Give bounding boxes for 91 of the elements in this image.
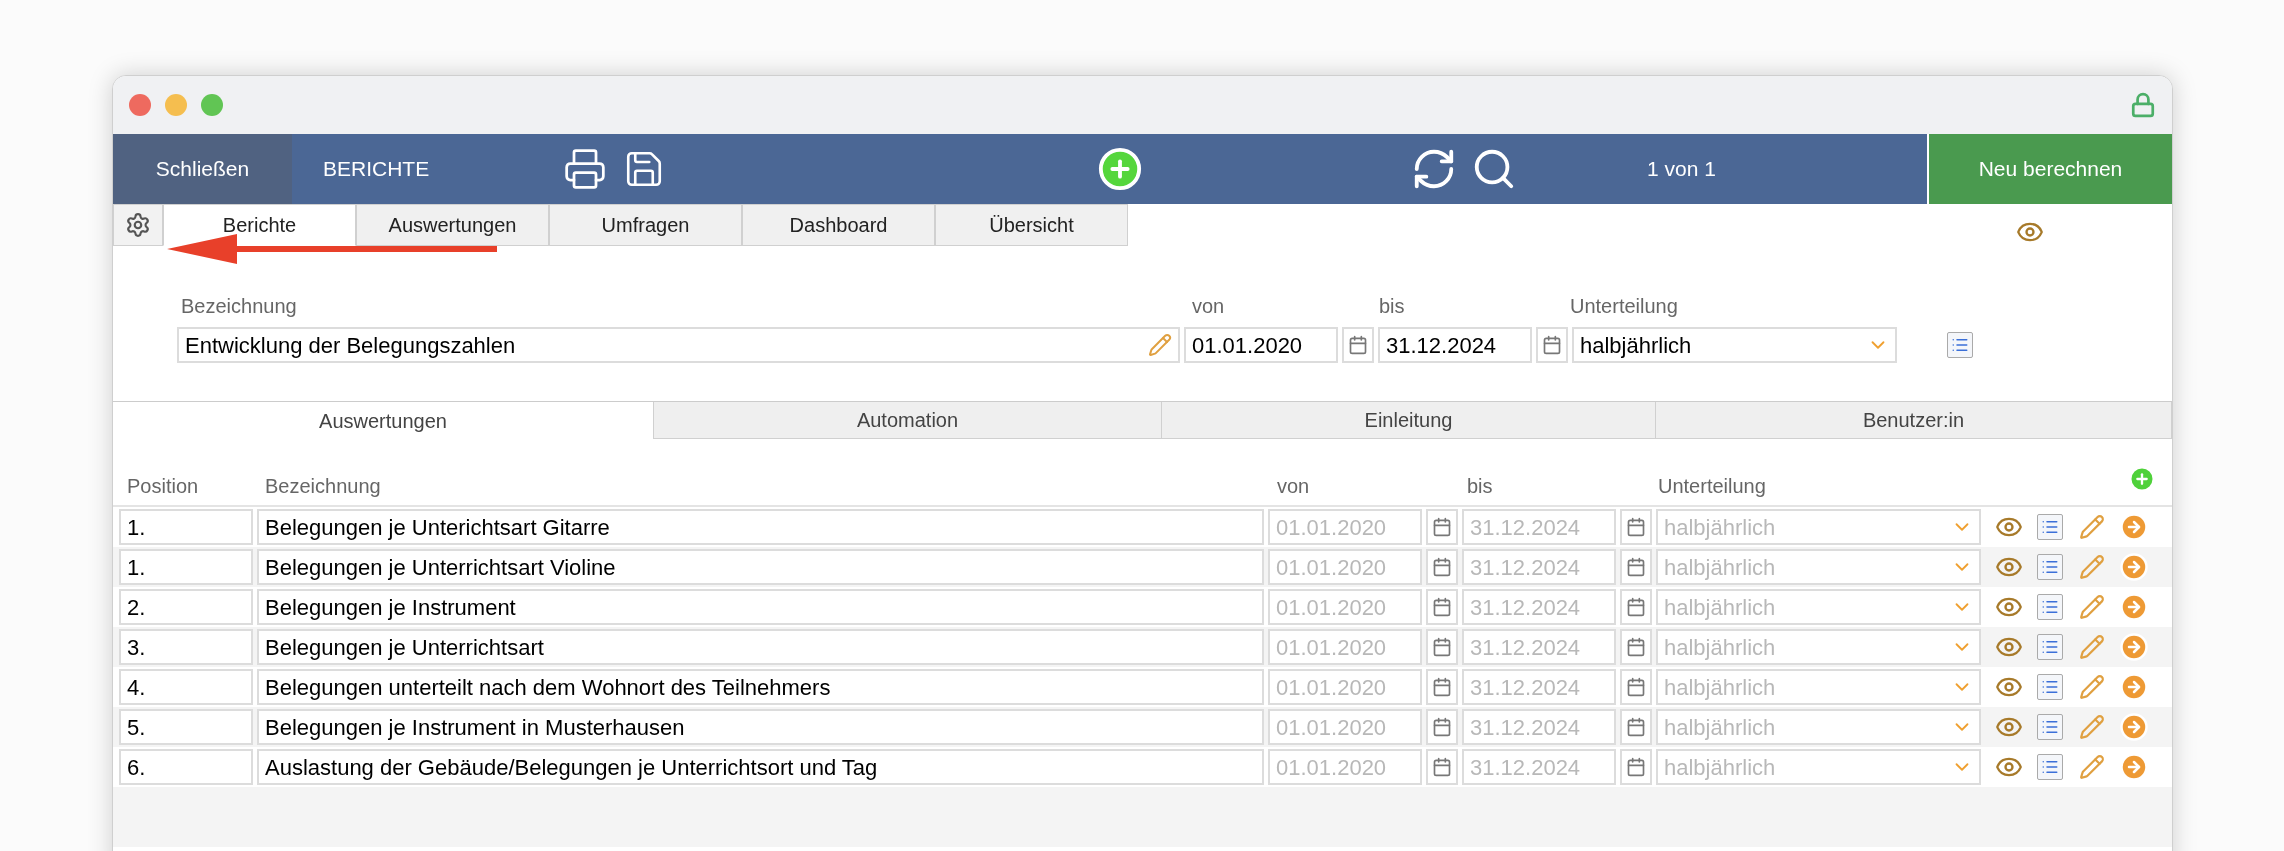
sub-tab[interactable]: Auswertungen [113, 402, 654, 439]
lock-icon [2130, 92, 2156, 118]
pencil-icon[interactable] [2079, 594, 2105, 620]
calendar-icon [1626, 597, 1646, 617]
arrow-right-icon[interactable] [2119, 552, 2149, 582]
settings-icon [125, 212, 151, 238]
list-icon [2041, 638, 2059, 656]
calendar-button[interactable] [1620, 589, 1652, 625]
calendar-icon [1626, 637, 1646, 657]
calendar-icon [1348, 335, 1368, 355]
main-tab[interactable]: Berichte [163, 204, 356, 246]
list-icon [2041, 678, 2059, 696]
calendar-button[interactable] [1426, 589, 1458, 625]
main-tab[interactable]: Dashboard [742, 204, 935, 246]
arrow-right-icon[interactable] [2119, 512, 2149, 542]
column-header: bis [1467, 474, 1494, 499]
pencil-icon[interactable] [2079, 514, 2105, 540]
interval-dropdown[interactable]: halbjährlich [1572, 327, 1897, 363]
arrow-right-icon[interactable] [2119, 632, 2149, 662]
sub-tab[interactable]: Automation [654, 402, 1162, 439]
calendar-icon [1432, 677, 1452, 697]
calendar-icon [1542, 335, 1562, 355]
list-icon [2041, 598, 2059, 616]
calendar-icon [1432, 597, 1452, 617]
pencil-icon[interactable] [2079, 754, 2105, 780]
list-button[interactable] [2037, 754, 2063, 780]
calendar-button[interactable] [1620, 669, 1652, 705]
main-tab[interactable]: Auswertungen [356, 204, 549, 246]
calendar-button[interactable] [1620, 509, 1652, 545]
list-button[interactable] [2037, 514, 2063, 540]
calendar-icon [1626, 717, 1646, 737]
settings-button[interactable] [113, 204, 163, 246]
list-button[interactable] [2037, 634, 2063, 660]
calendar-icon [1626, 677, 1646, 697]
print-icon[interactable] [563, 147, 607, 191]
calendar-icon [1626, 517, 1646, 537]
list-button[interactable] [2037, 554, 2063, 580]
date-field[interactable]: 01.01.2020 [1184, 327, 1338, 363]
calendar-icon [1432, 717, 1452, 737]
record-counter: 1 von 1 [1647, 156, 1717, 183]
calendar-icon [1626, 557, 1646, 577]
calendar-icon [1432, 557, 1452, 577]
calendar-button[interactable] [1426, 629, 1458, 665]
calendar-icon [1432, 757, 1452, 777]
sub-tab[interactable]: Benutzer:in [1656, 402, 2172, 439]
calendar-button[interactable] [1426, 669, 1458, 705]
list-icon [1951, 336, 1969, 354]
main-tab[interactable]: Umfragen [549, 204, 742, 246]
close-button[interactable]: Schließen [113, 134, 292, 204]
calendar-button[interactable] [1426, 709, 1458, 745]
arrow-right-icon[interactable] [2119, 712, 2149, 742]
calendar-button[interactable] [1426, 549, 1458, 585]
sub-tab[interactable]: Einleitung [1162, 402, 1656, 439]
calendar-button[interactable] [1620, 549, 1652, 585]
arrow-right-icon[interactable] [2119, 752, 2149, 782]
calendar-button[interactable] [1426, 509, 1458, 545]
name-field[interactable]: Entwicklung der Belegungszahlen [177, 327, 1180, 363]
column-header: von [1277, 474, 1311, 499]
field-label: von [1191, 294, 1226, 319]
calendar-button[interactable] [1342, 327, 1374, 363]
toolbar-title: BERICHTE [323, 156, 431, 183]
calendar-button[interactable] [1536, 327, 1568, 363]
add-icon[interactable] [1097, 146, 1143, 192]
column-header: Position [127, 474, 200, 499]
pencil-icon[interactable] [2079, 674, 2105, 700]
list-button[interactable] [2037, 594, 2063, 620]
list-button[interactable] [2037, 714, 2063, 740]
pencil-icon[interactable] [1148, 333, 1172, 357]
calendar-button[interactable] [1426, 749, 1458, 785]
list-button[interactable] [1947, 332, 1973, 358]
field-label: Bezeichnung [180, 294, 298, 319]
field-label: bis [1379, 294, 1406, 319]
close-window-button[interactable] [129, 94, 151, 116]
field-label: Unterteilung [1570, 294, 1678, 319]
list-icon [2041, 518, 2059, 536]
arrow-right-icon[interactable] [2119, 592, 2149, 622]
list-button[interactable] [2037, 674, 2063, 700]
column-header: Bezeichnung [265, 474, 382, 499]
list-icon [2041, 758, 2059, 776]
list-icon [2041, 558, 2059, 576]
column-header: Unterteilung [1658, 474, 1767, 499]
calendar-icon [1626, 757, 1646, 777]
date-field[interactable]: 31.12.2024 [1378, 327, 1532, 363]
arrow-right-icon[interactable] [2119, 672, 2149, 702]
calendar-button[interactable] [1620, 749, 1652, 785]
main-tab[interactable]: Übersicht [935, 204, 1128, 246]
calendar-button[interactable] [1620, 629, 1652, 665]
calendar-icon [1432, 637, 1452, 657]
calendar-button[interactable] [1620, 709, 1652, 745]
calendar-icon [1432, 517, 1452, 537]
list-icon [2041, 718, 2059, 736]
